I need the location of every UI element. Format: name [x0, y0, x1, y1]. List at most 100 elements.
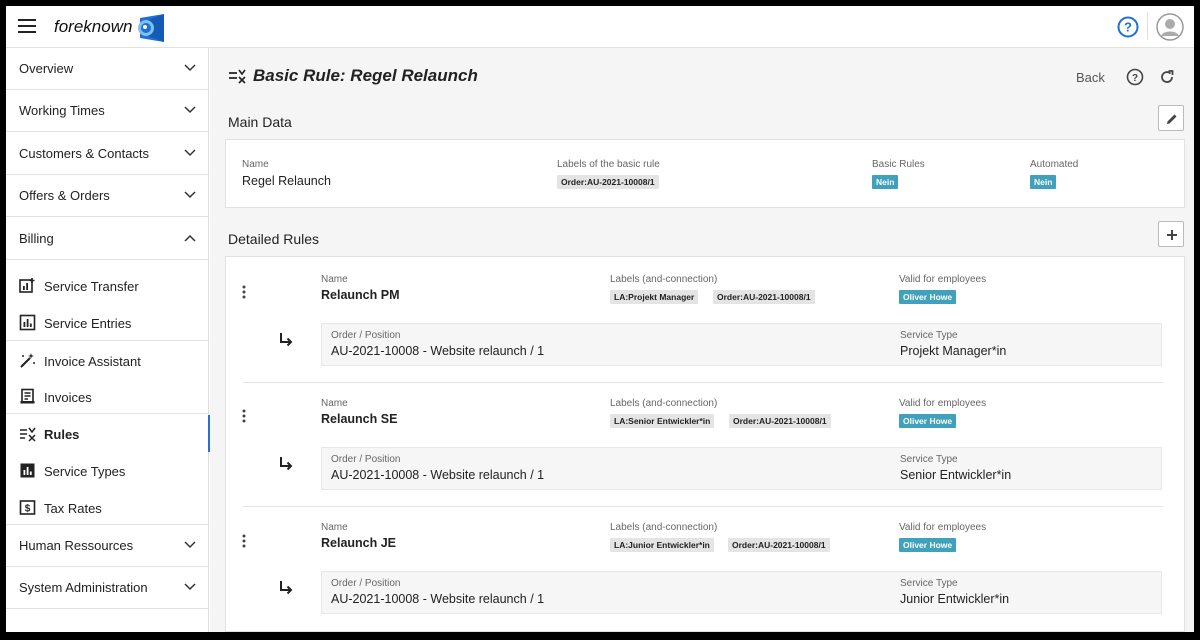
divider	[6, 413, 209, 414]
employee-badge: Oliver Howe	[899, 290, 957, 304]
main-content: Basic Rule: Regel Relaunch Back ? Main D…	[210, 48, 1194, 632]
sidebar-group-customers[interactable]: Customers & Contacts	[6, 133, 209, 175]
sidebar-group-offers[interactable]: Offers & Orders	[6, 175, 209, 217]
employee-badge: Oliver Howe	[899, 538, 957, 552]
sidebar-item-service-types[interactable]: Service Types	[6, 452, 209, 489]
app-logo-text: foreknown	[54, 17, 133, 36]
sidebar-item-rules[interactable]: Rules	[6, 415, 210, 452]
rule-name: Relaunch JE	[321, 536, 397, 550]
subdirectory-arrow-icon	[280, 333, 293, 347]
section-title-detailed-rules: Detailed Rules	[228, 231, 320, 247]
back-button[interactable]: Back	[1076, 70, 1105, 85]
sidebar-group-label: Offers & Orders	[19, 188, 110, 203]
plus-icon	[1167, 230, 1177, 240]
sidebar-group-working-times[interactable]: Working Times	[6, 90, 209, 132]
divider	[243, 382, 1163, 383]
logo-icon	[138, 14, 164, 42]
field-label: Basic Rules	[872, 159, 925, 170]
sidebar-group-human-ressources[interactable]: Human Ressources	[6, 525, 209, 567]
pencil-icon	[1167, 114, 1177, 124]
help-icon[interactable]: ?	[1117, 16, 1139, 38]
more-vert-icon[interactable]	[242, 534, 246, 548]
more-vert-icon[interactable]	[242, 285, 246, 299]
more-vert-icon[interactable]	[242, 409, 246, 423]
service-type-value: Senior Entwickler*in	[900, 468, 1012, 482]
sidebar: Overview Working Times Customers & Conta…	[6, 48, 210, 632]
sidebar-item-label: Service Types	[44, 464, 126, 479]
label-tag: Order:AU-2021-10008/1	[728, 538, 830, 552]
service-type-value: Projekt Manager*in	[900, 344, 1007, 358]
chevron-up-icon	[184, 234, 196, 242]
sidebar-item-tax-rates[interactable]: $ Tax Rates	[6, 489, 209, 526]
sidebar-item-label: Service Transfer	[44, 279, 139, 294]
sidebar-item-label: Invoice Assistant	[44, 354, 141, 369]
field-label: Labels of the basic rule	[557, 159, 660, 170]
sidebar-item-label: Invoices	[44, 390, 92, 405]
chevron-down-icon	[184, 541, 196, 549]
main-data-card: Name Regel Relaunch Labels of the basic …	[225, 139, 1185, 208]
sidebar-item-invoices[interactable]: Invoices	[6, 378, 209, 415]
status-badge: Nein	[1030, 175, 1057, 189]
rule-name-value: Regel Relaunch	[242, 174, 331, 188]
order-position-box: Order / Position AU-2021-10008 - Website…	[321, 323, 1162, 366]
add-rule-button[interactable]	[1158, 221, 1184, 247]
field-label: Labels (and-connection)	[610, 274, 718, 285]
sidebar-item-invoice-assistant[interactable]: Invoice Assistant	[6, 342, 209, 379]
divider	[6, 340, 209, 341]
subdirectory-arrow-icon	[280, 457, 293, 471]
bar-chart-icon	[19, 314, 36, 331]
order-position-box: Order / Position AU-2021-10008 - Website…	[321, 447, 1162, 490]
svg-text:?: ?	[1132, 73, 1138, 84]
sidebar-group-billing[interactable]: Billing	[6, 218, 209, 260]
rule-name: Relaunch SE	[321, 412, 398, 426]
sidebar-item-service-entries[interactable]: Service Entries	[6, 304, 209, 341]
field-label: Order / Position	[331, 578, 401, 589]
rules-icon	[229, 69, 246, 84]
label-tag: Order:AU-2021-10008/1	[557, 175, 659, 189]
field-label: Name	[321, 398, 348, 409]
field-label: Valid for employees	[899, 398, 987, 409]
refresh-icon[interactable]	[1158, 68, 1176, 86]
employee-badge: Oliver Howe	[899, 414, 957, 428]
order-value: AU-2021-10008 - Website relaunch / 1	[331, 468, 545, 482]
sidebar-group-label: Human Ressources	[19, 538, 134, 553]
chevron-down-icon	[184, 149, 196, 157]
sidebar-item-label: Rules	[44, 427, 80, 442]
field-label: Valid for employees	[899, 274, 987, 285]
label-tag: LA:Senior Entwickler*in	[610, 414, 715, 428]
field-label: Order / Position	[331, 454, 401, 465]
field-label: Name	[321, 522, 348, 533]
subdirectory-arrow-icon	[280, 581, 293, 595]
detailed-rules-card: Name Relaunch PM Labels (and-connection)…	[225, 256, 1185, 632]
chevron-down-icon	[184, 191, 196, 199]
field-label: Service Type	[900, 578, 958, 589]
sidebar-item-label: Service Entries	[44, 316, 132, 331]
menu-icon[interactable]	[18, 19, 36, 33]
field-label: Order / Position	[331, 330, 401, 341]
sidebar-item-label: Tax Rates	[44, 501, 102, 516]
service-type-value: Junior Entwickler*in	[900, 592, 1010, 606]
field-label: Name	[321, 274, 348, 285]
order-value: AU-2021-10008 - Website relaunch / 1	[331, 344, 545, 358]
dollar-icon: $	[19, 500, 36, 515]
chevron-down-icon	[184, 64, 196, 72]
sidebar-group-system-administration[interactable]: System Administration	[6, 567, 209, 609]
sidebar-group-label: Customers & Contacts	[19, 146, 150, 161]
sidebar-group-label: Billing	[19, 231, 54, 246]
chart-plus-icon	[19, 278, 35, 293]
help-icon[interactable]: ?	[1126, 68, 1144, 86]
sidebar-group-overview[interactable]: Overview	[6, 48, 209, 90]
label-tag: LA:Junior Entwickler*in	[610, 538, 714, 552]
sidebar-item-service-transfer[interactable]: Service Transfer	[6, 267, 209, 304]
sidebar-group-label: Overview	[19, 61, 74, 76]
avatar[interactable]	[1156, 13, 1184, 41]
top-bar: foreknown ?	[6, 6, 1194, 48]
bar-chart-icon	[20, 463, 35, 478]
app-window: foreknown ? Overview Working Times Custo…	[6, 6, 1194, 632]
edit-button[interactable]	[1158, 105, 1184, 131]
label-tag: Order:AU-2021-10008/1	[729, 414, 831, 428]
rule-name: Relaunch PM	[321, 288, 400, 302]
label-tag: Order:AU-2021-10008/1	[713, 290, 815, 304]
receipt-icon	[20, 388, 35, 404]
sidebar-group-label: System Administration	[19, 580, 148, 595]
